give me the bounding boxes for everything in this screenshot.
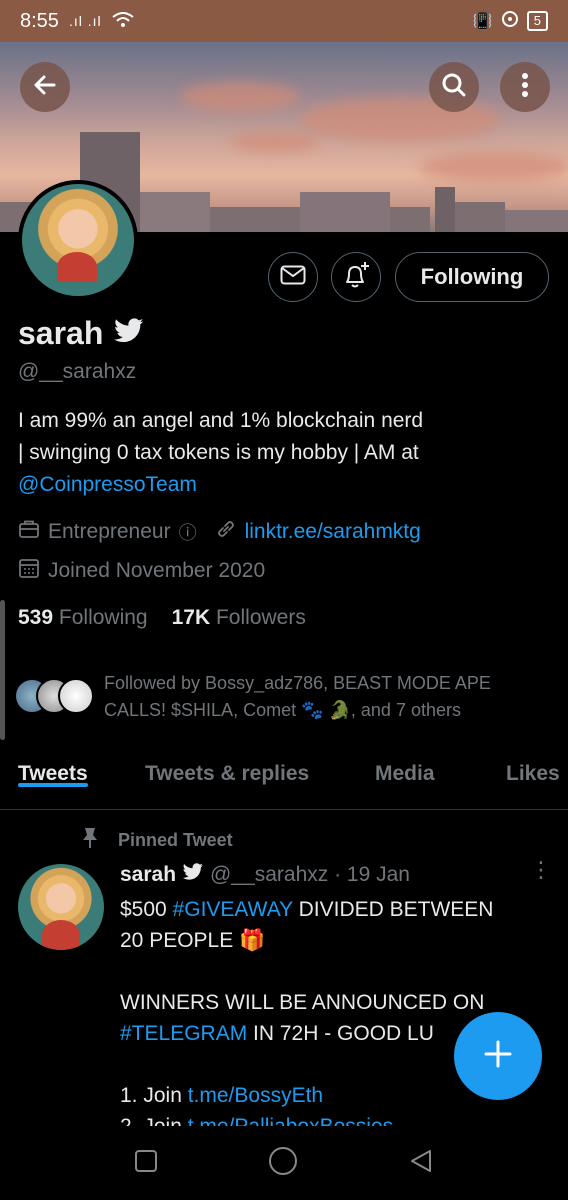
telegram-link[interactable]: t.me/PalliaboxBossies xyxy=(188,1115,393,1126)
tweet-text-fragment: IN 72H - GOOD LU xyxy=(247,1022,434,1045)
tweet-line: 20 PEOPLE 🎁 xyxy=(120,929,266,952)
notifications-button[interactable] xyxy=(331,252,381,302)
info-icon[interactable]: ⓘ xyxy=(179,519,197,545)
profile-name: sarah xyxy=(18,315,104,351)
tweet-text-fragment: 2. Join xyxy=(120,1115,188,1126)
tweet-avatar[interactable] xyxy=(18,864,104,950)
home-button[interactable] xyxy=(267,1145,299,1182)
hashtag-giveaway[interactable]: #GIVEAWAY xyxy=(173,898,293,921)
recents-button[interactable] xyxy=(134,1149,158,1178)
signal-icon: .ıl .ıl xyxy=(68,13,102,29)
tweet-more-icon[interactable]: ⋮ xyxy=(530,859,552,881)
profile-bio: I am 99% an angel and 1% blockchain nerd… xyxy=(18,405,548,501)
more-options-button[interactable] xyxy=(500,62,550,112)
telegram-link[interactable]: t.me/BossyEth xyxy=(188,1084,323,1107)
tab-media[interactable]: Media xyxy=(375,742,435,786)
profile-avatar[interactable] xyxy=(18,180,138,300)
hashtag-telegram[interactable]: #TELEGRAM xyxy=(120,1022,247,1045)
tab-likes[interactable]: Likes xyxy=(506,742,560,786)
profile-meta-row: Entrepreneur ⓘ linktr.ee/sarahmktg xyxy=(18,518,421,546)
tweet-text-fragment: DIVIDED BETWEEN xyxy=(292,898,494,921)
joined-date: Joined November 2020 xyxy=(48,559,266,582)
tab-tweets-replies[interactable]: Tweets & replies xyxy=(145,742,309,786)
bell-plus-icon xyxy=(341,260,371,295)
pinned-label-row: Pinned Tweet xyxy=(80,826,233,855)
followed-by-line: CALLS! $SHILA, Comet 🐾 🐊, and 7 others xyxy=(104,700,461,720)
plus-icon xyxy=(483,1039,513,1074)
twitter-bird-icon xyxy=(113,315,145,352)
bio-mention-link[interactable]: @CoinpressoTeam xyxy=(18,473,197,496)
followed-by-row[interactable]: Followed by Bossy_adz786, BEAST MODE APE… xyxy=(14,670,544,724)
following-stat[interactable]: 539 Following xyxy=(18,606,148,630)
tweet-text-fragment: $500 xyxy=(120,898,173,921)
following-button[interactable]: Following xyxy=(395,252,549,302)
battery-indicator: 5 xyxy=(526,11,548,31)
tweet-header: sarah @__sarahxz · 19 Jan xyxy=(120,863,410,887)
tweet-author-name[interactable]: sarah xyxy=(120,863,176,887)
tweet-handle-date: @__sarahxz · 19 Jan xyxy=(210,863,410,886)
followers-stat[interactable]: 17K Followers xyxy=(172,606,306,630)
alarm-icon xyxy=(501,10,519,33)
scroll-indicator xyxy=(0,600,5,740)
avatar xyxy=(58,678,94,714)
tab-tweets[interactable]: Tweets xyxy=(18,742,88,787)
follow-stats: 539 Following 17K Followers xyxy=(18,606,306,630)
following-count: 539 xyxy=(18,606,54,629)
calendar-icon xyxy=(18,557,40,585)
following-label: Following xyxy=(58,606,148,629)
followers-label: Followers xyxy=(215,606,306,629)
profile-handle: @__sarahxz xyxy=(18,360,137,383)
follower-avatars xyxy=(14,678,94,714)
link-icon xyxy=(215,518,237,546)
mail-icon xyxy=(280,265,306,290)
back-button[interactable] xyxy=(20,62,70,112)
briefcase-icon xyxy=(18,519,40,545)
profession-text: Entrepreneur xyxy=(48,520,171,543)
pin-icon xyxy=(80,826,100,855)
search-button[interactable] xyxy=(429,62,479,112)
profile-name-row: sarah xyxy=(18,315,145,352)
followed-by-line: Followed by Bossy_adz786, BEAST MODE APE xyxy=(104,673,491,693)
arrow-left-icon xyxy=(32,72,58,103)
twitter-bird-icon xyxy=(182,863,204,887)
profile-tabs: Tweets Tweets & replies Media Likes xyxy=(0,742,568,810)
system-nav-bar xyxy=(0,1126,568,1200)
message-button[interactable] xyxy=(268,252,318,302)
status-bar: 8:55 .ıl .ıl 📳 5 xyxy=(0,0,568,42)
search-icon xyxy=(441,72,467,103)
tweet-text-fragment: 1. Join xyxy=(120,1084,188,1107)
wifi-icon xyxy=(111,11,134,31)
followed-by-text: Followed by Bossy_adz786, BEAST MODE APE… xyxy=(104,670,544,724)
back-nav-button[interactable] xyxy=(408,1148,434,1179)
bio-line: I am 99% an angel and 1% blockchain nerd xyxy=(18,409,424,432)
joined-row: Joined November 2020 xyxy=(18,557,265,585)
pinned-label: Pinned Tweet xyxy=(118,830,233,850)
followers-count: 17K xyxy=(171,606,211,629)
status-time: 8:55 xyxy=(20,9,59,32)
compose-tweet-button[interactable] xyxy=(454,1012,542,1100)
more-vertical-icon xyxy=(521,72,529,103)
vibrate-icon: 📳 xyxy=(472,13,493,30)
website-link[interactable]: linktr.ee/sarahmktg xyxy=(245,520,421,544)
bio-line: | swinging 0 tax tokens is my hobby | AM… xyxy=(18,441,419,464)
